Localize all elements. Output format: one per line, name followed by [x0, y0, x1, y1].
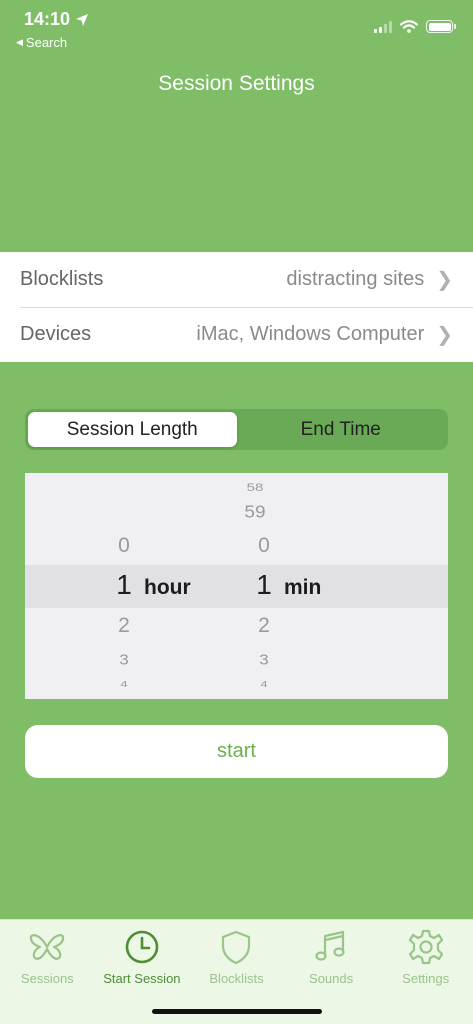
status-indicators: [374, 20, 456, 33]
chevron-right-icon: ❯: [436, 269, 453, 291]
home-indicator[interactable]: [152, 1009, 322, 1014]
tab-settings[interactable]: Settings: [378, 920, 473, 990]
devices-label: Devices: [20, 323, 92, 345]
picker-selection-band: [25, 565, 448, 608]
wifi-icon: [400, 20, 418, 33]
tab-blocklists[interactable]: Blocklists: [189, 920, 284, 990]
minutes-unit-label: min: [284, 576, 322, 599]
battery-icon: [426, 20, 456, 33]
cellular-signal-icon: [374, 20, 392, 33]
session-settings-list: Blocklists distracting sites ❯ Devices i…: [0, 252, 473, 362]
page-title: Session Settings: [158, 72, 315, 95]
tab-blocklists-label: Blocklists: [209, 971, 264, 986]
tab-sounds[interactable]: Sounds: [284, 920, 379, 990]
start-button[interactable]: start: [25, 725, 448, 778]
blocklists-label: Blocklists: [20, 268, 104, 290]
minute-option-selected[interactable]: 1: [249, 569, 279, 601]
minute-option[interactable]: 59: [235, 503, 275, 523]
devices-value: iMac, Windows Computer: [196, 323, 425, 345]
segment-end-time[interactable]: End Time: [237, 412, 446, 447]
chevron-right-icon: ❯: [436, 324, 453, 346]
clock-icon: [125, 930, 159, 964]
session-mode-segmented-control: Session Length End Time: [25, 409, 448, 450]
devices-value-group: iMac, Windows Computer ❯: [196, 322, 453, 347]
status-time-label: 14:10: [24, 9, 71, 29]
hour-option[interactable]: 2: [109, 614, 139, 638]
back-label: Search: [25, 35, 68, 50]
minute-option[interactable]: 3: [249, 652, 279, 669]
music-note-icon: [315, 930, 345, 961]
tab-sessions[interactable]: Sessions: [0, 920, 95, 990]
hours-unit-label: hour: [144, 576, 191, 599]
duration-picker: 0 1 2 3 4 hour 58 59 0 1 2 3 4 min: [25, 473, 448, 699]
hour-option[interactable]: 3: [109, 652, 139, 669]
butterfly-icon: [30, 934, 65, 960]
hour-option-selected[interactable]: 1: [109, 569, 139, 601]
blocklists-value: distracting sites: [286, 268, 425, 290]
tab-sessions-label: Sessions: [20, 971, 74, 986]
tab-settings-label: Settings: [402, 971, 450, 986]
shield-icon: [222, 930, 251, 965]
location-arrow-icon: [76, 13, 89, 26]
segment-session-length[interactable]: Session Length: [28, 412, 237, 447]
status-bar: 14:10 ◀ Search: [0, 0, 473, 56]
minute-option[interactable]: 58: [235, 481, 275, 494]
tab-start-session[interactable]: Start Session: [95, 920, 190, 990]
tab-sounds-label: Sounds: [309, 971, 354, 986]
tab-bar: Sessions Start Session Blocklists Sounds: [0, 919, 473, 1024]
devices-row[interactable]: Devices iMac, Windows Computer ❯: [0, 307, 473, 362]
status-time: 14:10: [24, 9, 89, 30]
back-triangle-icon: ◀: [16, 37, 23, 47]
minute-option[interactable]: 0: [249, 534, 279, 558]
minute-option[interactable]: 4: [249, 680, 279, 689]
gear-icon: [408, 929, 443, 965]
hour-option[interactable]: 4: [109, 680, 139, 689]
blocklists-row[interactable]: Blocklists distracting sites ❯: [0, 252, 473, 307]
minute-option[interactable]: 2: [249, 614, 279, 638]
tab-start-session-label: Start Session: [103, 971, 181, 986]
back-to-search-button[interactable]: ◀ Search: [16, 35, 67, 50]
hour-option[interactable]: 0: [109, 534, 139, 558]
blocklists-value-group: distracting sites ❯: [286, 267, 453, 292]
